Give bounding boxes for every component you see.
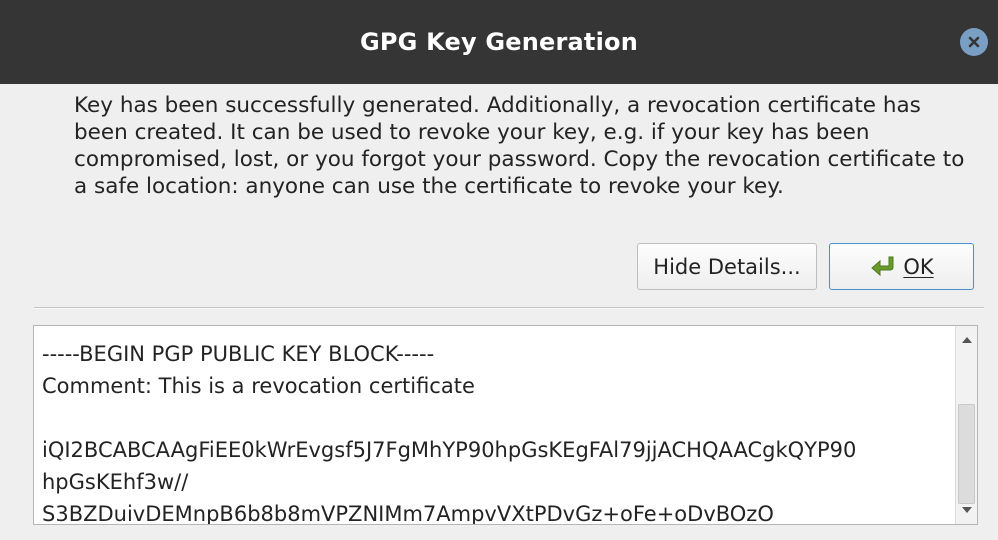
result-message: Key has been successfully generated. Add… (74, 93, 965, 199)
separator (34, 307, 984, 309)
chevron-up-icon (962, 337, 972, 343)
scroll-up-button[interactable] (956, 329, 977, 351)
details-text-area[interactable]: -----BEGIN PGP PUBLIC KEY BLOCK----- Com… (33, 325, 978, 525)
ok-label: OK (903, 254, 934, 279)
ok-arrow-icon (871, 256, 894, 276)
scrollbar-thumb[interactable] (958, 404, 975, 504)
ok-button[interactable]: OK (829, 243, 974, 290)
close-icon (968, 36, 980, 48)
hide-details-label: Hide Details... (653, 254, 801, 279)
revocation-certificate-text[interactable]: -----BEGIN PGP PUBLIC KEY BLOCK----- Com… (42, 338, 952, 524)
close-button[interactable] (960, 28, 988, 56)
hide-details-button[interactable]: Hide Details... (637, 243, 817, 290)
title-bar[interactable]: GPG Key Generation (0, 0, 998, 84)
vertical-scrollbar[interactable] (955, 326, 977, 524)
window-title: GPG Key Generation (359, 28, 639, 56)
scroll-down-button[interactable] (956, 499, 977, 521)
chevron-down-icon (962, 507, 972, 513)
dialog-window: GPG Key Generation Key has been successf… (0, 0, 998, 540)
